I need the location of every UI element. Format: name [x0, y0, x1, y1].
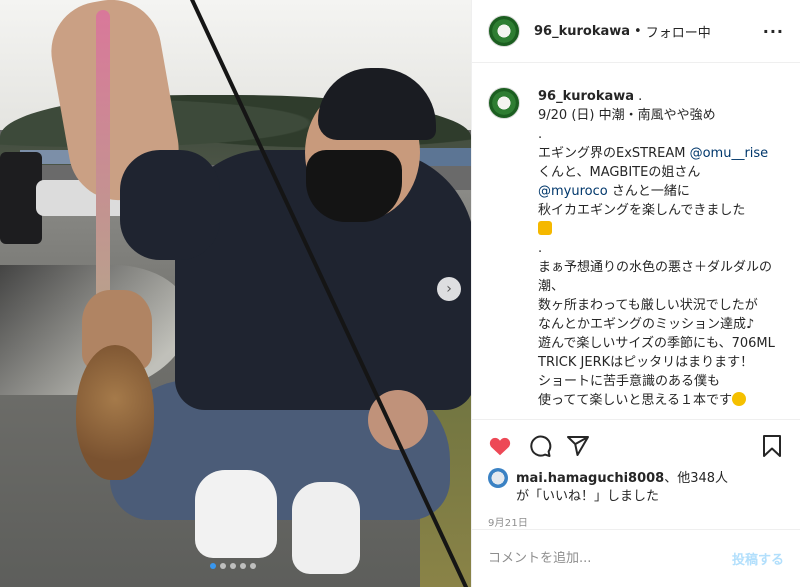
avatar[interactable]	[488, 87, 520, 119]
post-date[interactable]: 9月21日	[488, 514, 784, 529]
more-dots-icon[interactable]: ···	[763, 22, 784, 41]
heart-filled-icon[interactable]	[488, 434, 512, 458]
carousel-dot	[220, 563, 226, 569]
carousel-dot	[210, 563, 216, 569]
caption-line: なんとかエギングのミッション達成♪	[538, 317, 755, 332]
caption-line: くんと、MAGBITEの姐さん	[538, 165, 701, 180]
comment-box: 投稿する	[472, 529, 800, 587]
likes-summary: mai.hamaguchi8008、他348人 が「いいね！」しました	[488, 468, 784, 506]
header-username[interactable]: 96_kurokawa	[534, 24, 630, 39]
post-comment-button[interactable]: 投稿する	[732, 549, 784, 568]
post-panel: 96_kurokawa • フォロー中 ··· 96_kurokawa . 9/…	[471, 0, 800, 587]
caption-line: 遊んで楽しいサイズの季節にも、706ML TRICK JERKはピッタリはまりま…	[538, 336, 775, 370]
action-bar	[488, 432, 784, 460]
share-icon[interactable]	[566, 434, 590, 458]
photo-shoe-right	[292, 482, 360, 574]
smile-icon	[731, 392, 746, 406]
photo-squid-body	[76, 345, 154, 480]
caption-section: 96_kurokawa . 9/20 (日) 中潮・南風やや強め . エギング界…	[472, 63, 800, 419]
caption-line: .	[538, 127, 543, 142]
like-username[interactable]: mai.hamaguchi8008	[516, 471, 664, 486]
photo-mask	[306, 150, 402, 222]
comment-icon[interactable]	[528, 434, 552, 458]
carousel-dots	[210, 563, 256, 569]
action-section: mai.hamaguchi8008、他348人 が「いいね！」しました 9月21…	[472, 419, 800, 529]
post-header: 96_kurokawa • フォロー中 ···	[472, 0, 800, 63]
photo-shoe-left	[195, 470, 277, 558]
post-photo[interactable]: ›	[0, 0, 471, 587]
caption-line: さんと一緒に	[607, 184, 690, 199]
bookmark-icon[interactable]	[760, 434, 784, 458]
thumbs-up-icon	[538, 221, 552, 235]
header-separator: •	[634, 23, 642, 39]
caption-username[interactable]: 96_kurokawa	[538, 89, 634, 104]
avatar[interactable]	[488, 15, 520, 47]
photo-sleeve	[120, 150, 220, 260]
comment-input[interactable]	[488, 551, 732, 566]
carousel-dot	[240, 563, 246, 569]
caption-line: 使ってて楽しいと思える１本です	[538, 393, 732, 408]
avatar[interactable]	[488, 468, 508, 488]
photo-squid-lure	[96, 10, 110, 300]
likes-suffix: が「いいね！」しました	[516, 489, 660, 504]
carousel-dot	[250, 563, 256, 569]
caption-line: エギング界のExSTREAM	[538, 146, 690, 161]
caption-line: 数ヶ所まわっても厳しい状況でしたが	[538, 298, 758, 313]
caption-line: まぁ予想通りの水色の悪さ＋ダルダルの潮、	[538, 260, 773, 294]
caption-line: ショートに苦手意識のある僕も	[538, 374, 721, 389]
caption-text: 96_kurokawa . 9/20 (日) 中潮・南風やや強め . エギング界…	[538, 87, 784, 419]
likes-others[interactable]: 、他348人	[664, 471, 728, 486]
carousel-dot	[230, 563, 236, 569]
follow-status[interactable]: フォロー中	[646, 22, 711, 41]
chevron-right-icon: ›	[446, 281, 452, 297]
caption-line: .	[538, 241, 543, 256]
mention-link[interactable]: @omu__rise	[690, 146, 769, 161]
caption-line: 9/20 (日) 中潮・南風やや強め	[538, 108, 716, 123]
carousel-next-button[interactable]: ›	[437, 277, 461, 301]
caption-line: 秋イカエギングを楽しんできました	[538, 203, 746, 218]
mention-link[interactable]: @myuroco	[538, 184, 608, 199]
